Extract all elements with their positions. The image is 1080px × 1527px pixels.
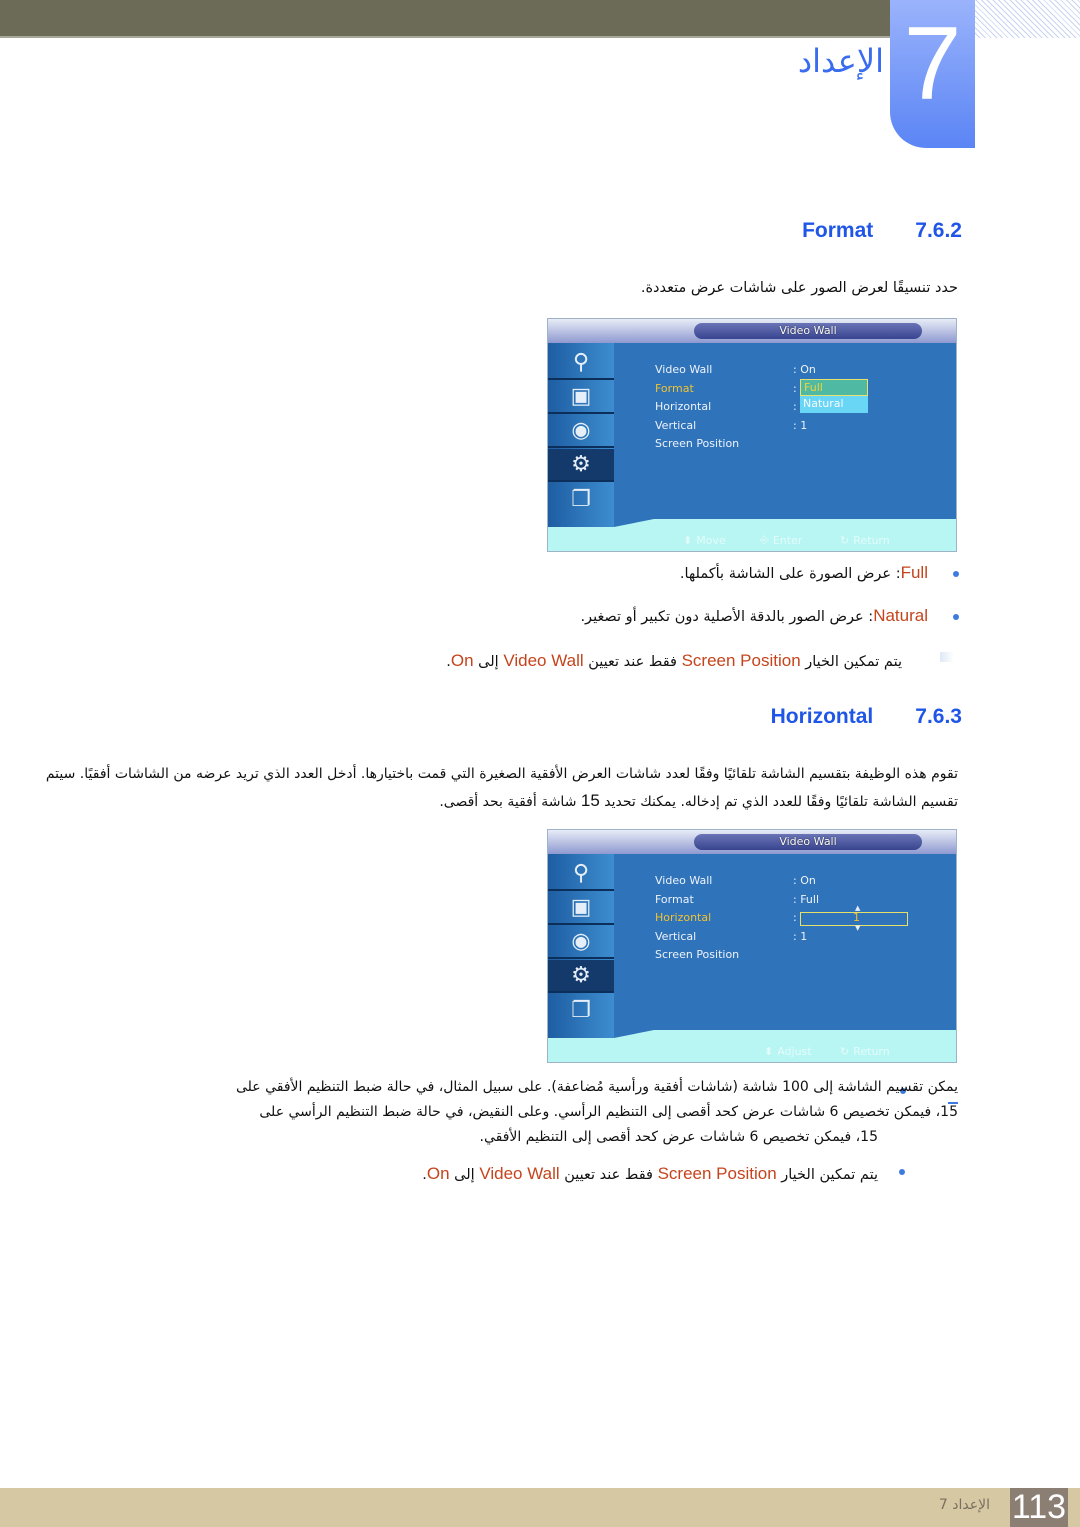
footer-bar: [0, 1488, 1080, 1527]
osd-sidebar: ⚲ ▣ ◉ ⚙ ❐: [548, 343, 614, 529]
osd-menu-horizontal: Video Wall ⚲ ▣ ◉ ⚙ ❐ Video Wall: On Form…: [547, 829, 957, 1063]
page-number: 113: [1010, 1488, 1068, 1527]
horizontal-bullet1-line2: 15، فيمكن تخصيص 6 شاشات عرض كحد أقصى إلى…: [259, 1104, 958, 1120]
header-bar: [0, 0, 890, 38]
osd-row-video-wall[interactable]: Video Wall: On: [655, 874, 955, 893]
updown-arrow-icon: ⬍: [764, 1045, 774, 1058]
return-hint: ↻ Return: [840, 1045, 890, 1058]
format-note: يتم تمكين الخيار Screen Position فقط عند…: [446, 651, 902, 670]
osd-row-vertical[interactable]: Vertical: 1: [655, 930, 955, 949]
horizontal-bullet1-line3: 15، فيمكن تخصيص 6 شاشات عرض كحد أقصى إلى…: [479, 1129, 878, 1145]
osd-menu-format: Video Wall ⚲ ▣ ◉ ⚙ ❐ Video Wall: On Form…: [547, 318, 957, 552]
section-number: 7.6.2: [915, 219, 962, 242]
osd-footer: [548, 1038, 956, 1062]
horizontal-stepper[interactable]: ▲ 1 ▼: [800, 904, 908, 932]
setup-gear-icon[interactable]: ⚙: [548, 449, 614, 482]
section-number: 7.6.3: [915, 705, 962, 728]
osd-sidebar: ⚲ ▣ ◉ ⚙ ❐: [548, 854, 614, 1040]
section-name: Format: [802, 219, 874, 242]
osd-title: Video Wall: [694, 323, 922, 339]
osd-footer: [548, 527, 956, 551]
osd-title: Video Wall: [694, 834, 922, 850]
section-heading-horizontal: 7.6.3 Horizontal: [771, 705, 962, 729]
bullet-dot: [899, 1169, 905, 1175]
osd-row-screen-position[interactable]: Screen Position: [655, 437, 955, 456]
multi-control-icon[interactable]: ❐: [548, 994, 614, 1027]
format-dropdown[interactable]: Full Natural: [800, 379, 868, 413]
dropdown-option-full[interactable]: Full: [800, 379, 868, 396]
horizontal-note: يتم تمكين الخيار Screen Position فقط عند…: [422, 1164, 878, 1183]
enter-icon: ⎆: [760, 533, 769, 546]
section-name: Horizontal: [770, 705, 874, 728]
picture-icon[interactable]: ▣: [548, 381, 614, 414]
move-hint: ⬍ Move: [683, 534, 726, 547]
bullet-natural: Natural: عرض الصور بالدقة الأصلية دون تك…: [580, 606, 928, 625]
chapter-title: الإعداد: [797, 42, 884, 80]
osd-row-screen-position[interactable]: Screen Position: [655, 948, 955, 967]
footer-chapter-label: الإعداد 7: [938, 1497, 990, 1513]
horizontal-intro-line1: تقوم هذه الوظيفة بتقسيم الشاشة تلقائيًا …: [45, 766, 958, 782]
updown-arrow-icon: ⬍: [683, 534, 693, 547]
header-hatch-decoration: [975, 0, 1080, 38]
stepper-value: 1: [853, 911, 860, 924]
section-heading-format: 7.6.2 Format: [802, 219, 962, 243]
multi-control-icon[interactable]: ❐: [548, 483, 614, 516]
osd-row-format[interactable]: Format: Full: [655, 893, 955, 912]
bullet-dot: [953, 571, 959, 577]
format-intro: حدد تنسيقًا لعرض الصور على شاشات عرض متع…: [640, 280, 958, 296]
bullet-dot: [953, 614, 959, 620]
bullet-full: Full: عرض الصورة على الشاشة بأكملها.: [679, 563, 928, 582]
return-icon: ↻: [840, 1045, 850, 1058]
horizontal-intro-line2: تقسيم الشاشة تلقائيًا وفقًا للعدد الذي ت…: [439, 791, 958, 810]
input-plug-icon[interactable]: ⚲: [548, 347, 614, 380]
adjust-hint: ⬍ Adjust: [764, 1045, 812, 1058]
arrow-down-icon[interactable]: ▼: [855, 924, 860, 932]
setup-gear-icon[interactable]: ⚙: [548, 960, 614, 993]
picture-icon[interactable]: ▣: [548, 892, 614, 925]
chapter-number-tab: 7: [890, 0, 975, 148]
sound-icon[interactable]: ◉: [548, 415, 614, 448]
dropdown-option-natural[interactable]: Natural: [800, 396, 868, 413]
input-plug-icon[interactable]: ⚲: [548, 858, 614, 891]
osd-row-vertical[interactable]: Vertical: 1: [655, 419, 955, 438]
horizontal-bullet1-line1: يمكن تقسيم الشاشة إلى 100 شاشة (شاشات أف…: [235, 1079, 958, 1095]
note-icon: [940, 652, 954, 662]
chapter-number: 7: [903, 6, 962, 122]
return-hint: ↻ Return: [840, 534, 890, 547]
sound-icon[interactable]: ◉: [548, 926, 614, 959]
return-icon: ↻: [840, 534, 850, 547]
enter-hint: ⎆ Enter: [760, 533, 803, 547]
